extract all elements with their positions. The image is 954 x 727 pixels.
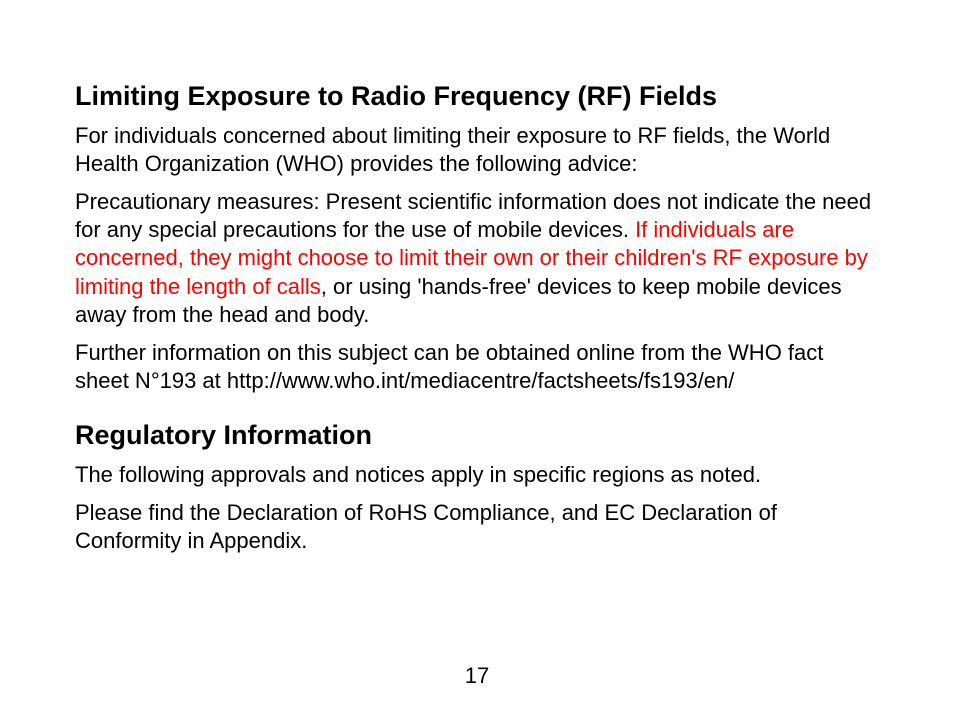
paragraph: Further information on this subject can …: [75, 339, 879, 395]
paragraph: For individuals concerned about limiting…: [75, 122, 879, 178]
paragraph: Please find the Declaration of RoHS Comp…: [75, 499, 879, 555]
section-heading-regulatory: Regulatory Information: [75, 419, 879, 453]
section-heading-rf: Limiting Exposure to Radio Frequency (RF…: [75, 80, 879, 114]
spacer: [75, 405, 879, 419]
document-page: Limiting Exposure to Radio Frequency (RF…: [0, 0, 954, 555]
paragraph: Precautionary measures: Present scientif…: [75, 188, 879, 329]
page-number: 17: [0, 663, 954, 689]
paragraph: The following approvals and notices appl…: [75, 461, 879, 489]
